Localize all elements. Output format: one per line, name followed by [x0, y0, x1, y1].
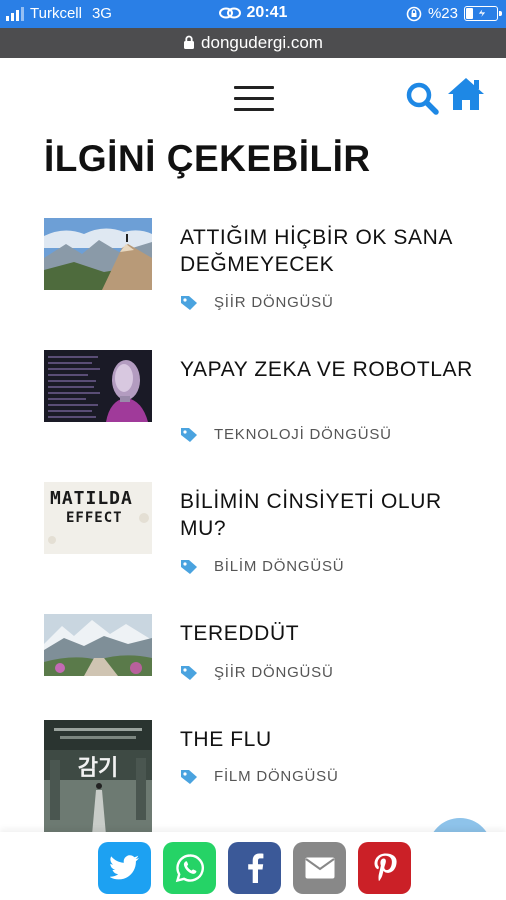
section-title: İLGİNİ ÇEKEBİLİR [44, 138, 371, 179]
article-thumbnail[interactable]: MATILDA EFFECT [44, 482, 152, 554]
article-category[interactable]: BİLİM DÖNGÜSÜ [180, 558, 344, 575]
orientation-lock-icon [406, 6, 422, 21]
tag-icon [181, 427, 197, 442]
url-bar[interactable]: dongudergi.com [0, 28, 506, 58]
share-bar [0, 832, 506, 900]
article-thumbnail[interactable]: 감기 [44, 720, 152, 835]
tag-icon [181, 665, 197, 680]
facebook-icon [247, 853, 263, 883]
article-item[interactable]: TEREDDÜT ŞİİR DÖNGÜSÜ [44, 614, 484, 704]
article-item[interactable]: 감기 THE FLU FİLM DÖNGÜSÜ [44, 720, 484, 835]
status-right: %23 [406, 5, 502, 22]
battery-level [466, 8, 473, 19]
article-item[interactable]: MATILDA EFFECT BİLİMİN CİNSİYETİ OLUR MU… [44, 482, 484, 592]
battery-percent: %23 [427, 5, 458, 22]
thumbnail-caption-line1: MATILDA [50, 488, 133, 509]
tag-icon [181, 295, 197, 310]
whatsapp-button[interactable] [163, 842, 216, 894]
mountain-path-image [44, 614, 152, 676]
article-category[interactable]: FİLM DÖNGÜSÜ [180, 768, 339, 785]
ai-robot-image [44, 350, 152, 422]
pinterest-button[interactable] [358, 842, 411, 894]
poster-title: 감기 [77, 756, 119, 781]
email-button[interactable] [293, 842, 346, 894]
site-header [0, 58, 506, 138]
pinterest-icon [374, 853, 397, 882]
link-icon [218, 7, 241, 19]
whatsapp-icon [175, 854, 204, 883]
article-thumbnail[interactable] [44, 614, 152, 676]
category-label: ŞİİR DÖNGÜSÜ [214, 664, 334, 681]
facebook-button[interactable] [228, 842, 281, 894]
article-title[interactable]: YAPAY ZEKA VE ROBOTLAR [180, 356, 480, 383]
article-item[interactable]: YAPAY ZEKA VE ROBOTLAR TEKNOLOJİ DÖNGÜSÜ [44, 350, 484, 460]
article-category[interactable]: ŞİİR DÖNGÜSÜ [180, 664, 334, 681]
battery-icon [464, 6, 502, 21]
article-thumbnail[interactable] [44, 350, 152, 422]
twitter-icon [109, 855, 139, 880]
url-domain: dongudergi.com [201, 33, 323, 52]
article-item[interactable]: ATTIĞIM HİÇBİR OK SANA DEĞMEYECEK ŞİİR D… [44, 218, 484, 328]
category-label: TEKNOLOJİ DÖNGÜSÜ [214, 426, 392, 443]
twitter-button[interactable] [98, 842, 151, 894]
home-icon[interactable] [446, 76, 486, 112]
article-title[interactable]: ATTIĞIM HİÇBİR OK SANA DEĞMEYECEK [180, 224, 480, 278]
email-icon [304, 857, 335, 879]
category-label: BİLİM DÖNGÜSÜ [214, 558, 345, 575]
article-title[interactable]: BİLİMİN CİNSİYETİ OLUR MU? [180, 488, 480, 542]
tag-icon [181, 559, 197, 574]
article-thumbnail[interactable] [44, 218, 152, 290]
search-icon[interactable] [404, 80, 440, 116]
article-title[interactable]: TEREDDÜT [180, 620, 480, 647]
lock-icon [184, 35, 195, 49]
tag-icon [181, 769, 197, 784]
status-bar: Turkcell 3G 20:41 %23 [0, 0, 506, 28]
article-category[interactable]: TEKNOLOJİ DÖNGÜSÜ [180, 426, 392, 443]
clock: 20:41 [246, 4, 288, 21]
category-label: ŞİİR DÖNGÜSÜ [214, 294, 334, 311]
article-title[interactable]: THE FLU [180, 726, 480, 753]
hamburger-icon[interactable] [234, 86, 274, 112]
article-category[interactable]: ŞİİR DÖNGÜSÜ [180, 294, 334, 311]
mountain-image [44, 218, 152, 290]
charging-icon [477, 8, 487, 19]
thumbnail-caption-line2: EFFECT [66, 510, 123, 526]
category-label: FİLM DÖNGÜSÜ [214, 768, 339, 785]
